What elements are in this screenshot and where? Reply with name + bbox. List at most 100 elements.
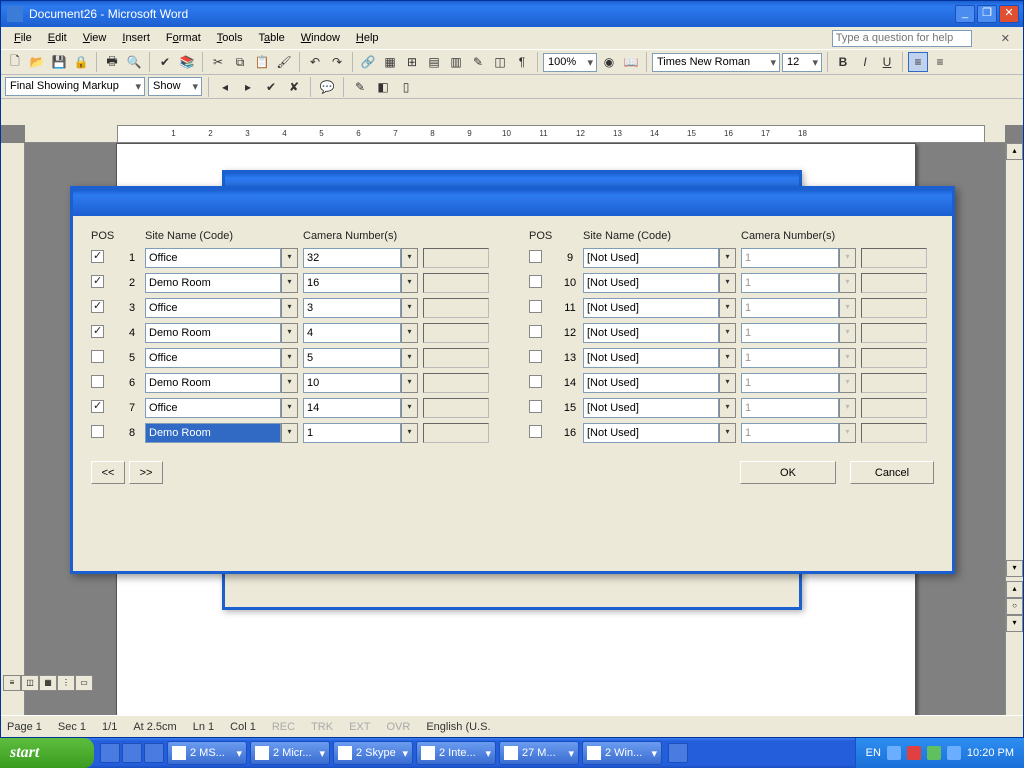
site-select[interactable]: [Not Used] <box>583 298 719 318</box>
tray-vol-icon[interactable] <box>947 746 961 760</box>
site-dropdown-icon[interactable]: ▾ <box>719 298 736 318</box>
extra-field[interactable] <box>423 373 489 393</box>
help-input[interactable] <box>832 30 972 47</box>
camera-input[interactable]: 5 <box>303 348 401 368</box>
camera-dropdown-icon[interactable]: ▾ <box>401 398 418 418</box>
lang-indicator[interactable]: EN <box>866 747 881 759</box>
row-checkbox[interactable] <box>529 425 557 441</box>
close-button[interactable]: ✕ <box>999 5 1019 23</box>
camera-input[interactable]: 1 <box>741 273 839 293</box>
print-icon[interactable]: 🖶 <box>102 52 122 72</box>
maximize-button[interactable]: ❐ <box>977 5 997 23</box>
new-icon[interactable]: 🗋 <box>5 52 25 72</box>
camera-input[interactable]: 14 <box>303 398 401 418</box>
site-select[interactable]: [Not Used] <box>583 323 719 343</box>
next-page-icon[interactable]: ▾ <box>1006 615 1023 632</box>
mdiclose[interactable]: ✕ <box>994 30 1017 47</box>
menu-view[interactable]: View <box>76 30 114 46</box>
row-checkbox[interactable] <box>91 325 119 341</box>
horizontal-ruler[interactable]: 123456789101112131415161718 <box>25 125 1005 143</box>
vertical-ruler[interactable] <box>1 143 25 715</box>
site-dropdown-icon[interactable]: ▾ <box>719 273 736 293</box>
extra-field[interactable] <box>423 348 489 368</box>
review-show-select[interactable]: Show <box>148 77 202 96</box>
research-icon[interactable]: 📚 <box>177 52 197 72</box>
camera-input[interactable]: 1 <box>741 298 839 318</box>
site-select[interactable]: [Not Used] <box>583 348 719 368</box>
ql-extra-icon[interactable] <box>668 743 688 763</box>
row-checkbox[interactable] <box>91 250 119 266</box>
site-select[interactable]: Demo Room <box>145 273 281 293</box>
font-select[interactable]: Times New Roman <box>652 53 780 72</box>
row-checkbox[interactable] <box>91 400 119 416</box>
cancel-button[interactable]: Cancel <box>850 461 934 484</box>
menu-format[interactable]: Format <box>159 30 208 46</box>
site-dropdown-icon[interactable]: ▾ <box>719 248 736 268</box>
align-center-icon[interactable]: ≡ <box>930 52 950 72</box>
accept-icon[interactable]: ✔ <box>261 77 281 97</box>
prev-change-icon[interactable]: ◂ <box>215 77 235 97</box>
menu-insert[interactable]: Insert <box>115 30 157 46</box>
extra-field[interactable] <box>423 423 489 443</box>
browse-object-icon[interactable]: ○ <box>1006 598 1023 615</box>
camera-input[interactable]: 16 <box>303 273 401 293</box>
cut-icon[interactable]: ✂ <box>208 52 228 72</box>
menu-edit[interactable]: Edit <box>41 30 74 46</box>
menu-tools[interactable]: Tools <box>210 30 250 46</box>
web-view-icon[interactable]: ◫ <box>21 675 39 691</box>
ql-desktop-icon[interactable] <box>144 743 164 763</box>
row-checkbox[interactable] <box>529 250 557 266</box>
spell-icon[interactable]: ✔ <box>155 52 175 72</box>
next-change-icon[interactable]: ▸ <box>238 77 258 97</box>
camera-dropdown-icon[interactable]: ▾ <box>401 273 418 293</box>
site-select[interactable]: Office <box>145 298 281 318</box>
site-select[interactable]: Demo Room <box>145 423 281 443</box>
camera-input[interactable]: 10 <box>303 373 401 393</box>
redo-icon[interactable]: ↷ <box>327 52 347 72</box>
site-dropdown-icon[interactable]: ▾ <box>281 348 298 368</box>
extra-field[interactable] <box>861 248 927 268</box>
excel-icon[interactable]: ▤ <box>424 52 444 72</box>
prev-page-button[interactable]: << <box>91 461 125 484</box>
row-checkbox[interactable] <box>529 325 557 341</box>
camera-input[interactable]: 1 <box>303 423 401 443</box>
track-icon[interactable]: ✎ <box>350 77 370 97</box>
site-select[interactable]: Office <box>145 348 281 368</box>
outline-view-icon[interactable]: ⋮ <box>57 675 75 691</box>
extra-field[interactable] <box>861 423 927 443</box>
site-dropdown-icon[interactable]: ▾ <box>281 423 298 443</box>
extra-field[interactable] <box>423 298 489 318</box>
site-dropdown-icon[interactable]: ▾ <box>281 298 298 318</box>
site-dropdown-icon[interactable]: ▾ <box>719 348 736 368</box>
camera-input[interactable]: 1 <box>741 373 839 393</box>
site-dropdown-icon[interactable]: ▾ <box>719 323 736 343</box>
open-icon[interactable]: 📂 <box>27 52 47 72</box>
row-checkbox[interactable] <box>529 375 557 391</box>
ok-button[interactable]: OK <box>740 461 836 484</box>
showhide-icon[interactable]: ¶ <box>512 52 532 72</box>
ql-ie-icon[interactable] <box>100 743 120 763</box>
taskbar-task[interactable]: 2 Micr... ▾ <box>250 741 330 765</box>
camera-input[interactable]: 1 <box>741 323 839 343</box>
site-select[interactable]: Office <box>145 398 281 418</box>
reject-icon[interactable]: ✘ <box>284 77 304 97</box>
extra-field[interactable] <box>861 298 927 318</box>
read-icon[interactable]: 📖 <box>621 52 641 72</box>
help-icon[interactable]: ◉ <box>599 52 619 72</box>
taskbar-task[interactable]: 27 M... ▾ <box>499 741 579 765</box>
camera-input[interactable]: 1 <box>741 398 839 418</box>
extra-field[interactable] <box>423 248 489 268</box>
row-checkbox[interactable] <box>91 275 119 291</box>
extra-field[interactable] <box>861 348 927 368</box>
align-left-icon[interactable]: ≡ <box>908 52 928 72</box>
row-checkbox[interactable] <box>91 300 119 316</box>
camera-input[interactable]: 3 <box>303 298 401 318</box>
docmap-icon[interactable]: ◫ <box>490 52 510 72</box>
site-select[interactable]: [Not Used] <box>583 248 719 268</box>
menu-help[interactable]: Help <box>349 30 386 46</box>
comment-icon[interactable]: 💬 <box>317 77 337 97</box>
tray-shield-icon[interactable] <box>907 746 921 760</box>
underline-icon[interactable]: U <box>877 52 897 72</box>
scroll-down-icon[interactable]: ▾ <box>1006 560 1023 577</box>
balloon-icon[interactable]: ◧ <box>373 77 393 97</box>
